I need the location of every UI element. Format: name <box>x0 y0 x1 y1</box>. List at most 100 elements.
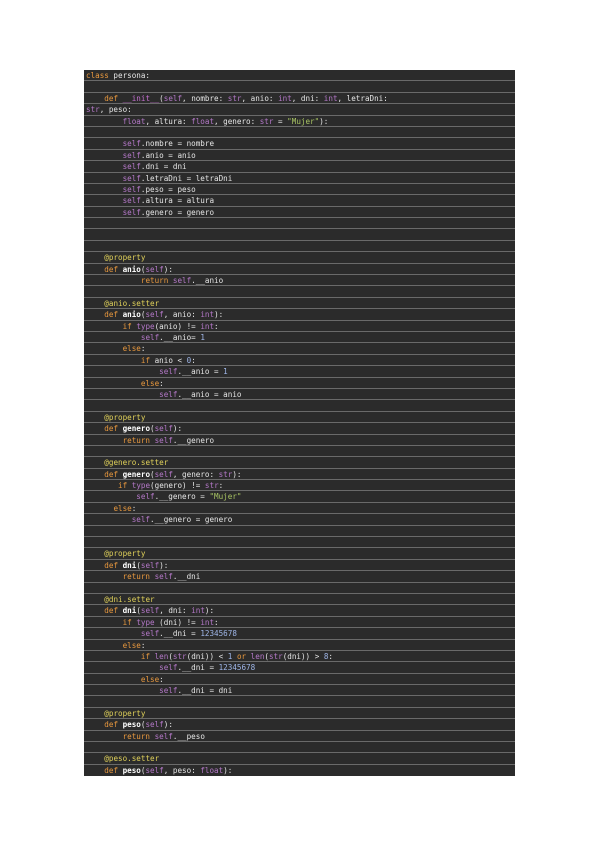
code-token: ): <box>214 310 224 320</box>
code-token: str <box>268 651 283 661</box>
code-line: self.__genero = "Mujer" <box>84 491 515 503</box>
code-line <box>84 742 515 754</box>
code-token: else <box>122 344 141 354</box>
code-line: def __init__(self, nombre: str, anio: in… <box>84 93 515 105</box>
code-token: if <box>140 651 151 661</box>
code-line: @property <box>84 708 515 720</box>
code-token: self <box>159 389 178 399</box>
code-line: if type(genero) != str: <box>84 480 515 492</box>
code-line <box>84 400 515 412</box>
code-line: else: <box>84 378 515 389</box>
code-line: return self.__anio <box>84 275 515 287</box>
code-token: anio < <box>150 355 187 365</box>
code-token: : <box>191 355 196 365</box>
code-token: : <box>131 503 137 513</box>
code-token: : <box>214 321 219 331</box>
code-token: if <box>122 321 132 331</box>
code-token: return <box>122 435 151 445</box>
code-token: str <box>172 651 187 661</box>
code-token: self <box>154 731 173 741</box>
code-line: self.__dni = dni <box>84 685 515 697</box>
code-token: .dni = dni <box>140 162 187 172</box>
code-line: self.altura = altura <box>84 195 515 207</box>
code-token: @property <box>104 708 146 718</box>
code-token: ): <box>159 560 169 570</box>
code-token: len <box>154 651 169 661</box>
code-token: .__anio= <box>159 332 201 342</box>
code-line: @anio.setter <box>84 298 515 310</box>
code-token: self <box>154 424 173 434</box>
code-token: def <box>104 765 119 775</box>
code-line: return self.__peso <box>84 731 515 743</box>
code-token: self <box>159 686 178 696</box>
code-line: return self.__genero <box>84 435 515 446</box>
code-token: else <box>122 640 141 650</box>
code-token: @dni.setter <box>104 594 155 604</box>
code-token: self <box>159 663 178 673</box>
code-token: 1 <box>223 367 228 377</box>
code-token: self <box>122 196 141 206</box>
code-line: self.nombre = nombre <box>84 138 515 150</box>
code-line <box>84 241 515 253</box>
code-line <box>84 696 515 708</box>
code-token: int <box>191 606 205 616</box>
code-token: def <box>104 264 119 274</box>
code-token: ): <box>163 264 173 274</box>
code-line <box>84 583 515 594</box>
code-token: float <box>122 116 146 126</box>
code-token: 12345678 <box>218 663 256 673</box>
code-token: else <box>140 378 160 388</box>
code-line: float, altura: float, genero: str = "Muj… <box>84 116 515 127</box>
code-line <box>84 218 515 230</box>
code-token: .__dni = <box>177 663 219 673</box>
code-line: @genero.setter <box>84 457 515 469</box>
code-line: else: <box>84 674 515 686</box>
code-token: ): <box>204 606 215 616</box>
code-token: else <box>113 503 132 513</box>
code-token: genero <box>122 469 151 479</box>
code-token: peso <box>122 720 141 730</box>
code-token: len <box>250 651 265 661</box>
code-token: .__anio = <box>177 367 224 377</box>
code-token: str <box>227 93 242 103</box>
code-token: self <box>159 367 178 377</box>
code-token: def <box>104 720 119 730</box>
code-token: self <box>140 606 160 616</box>
code-token: .nombre = nombre <box>140 139 215 149</box>
code-token: anio <box>122 310 141 320</box>
code-line: @property <box>84 252 515 264</box>
code-line <box>84 286 515 298</box>
code-token: self <box>163 93 183 103</box>
code-line: self.__anio = anio <box>84 389 515 401</box>
code-token: return <box>122 731 151 741</box>
code-token: "Mujer" <box>209 492 242 502</box>
code-token: .__anio = anio <box>177 389 242 399</box>
code-line: self.__dni = 12345678 <box>84 628 515 640</box>
code-token: if <box>140 355 151 365</box>
code-token: self <box>122 162 141 172</box>
code-line: def anio(self): <box>84 264 515 276</box>
code-token: .__dni = <box>159 629 201 639</box>
code-token: .__genero <box>172 435 215 445</box>
code-line: @property <box>84 548 515 560</box>
code-token: : <box>218 481 224 491</box>
code-line: @peso.setter <box>84 753 515 765</box>
code-token: .genero = genero <box>140 207 215 217</box>
